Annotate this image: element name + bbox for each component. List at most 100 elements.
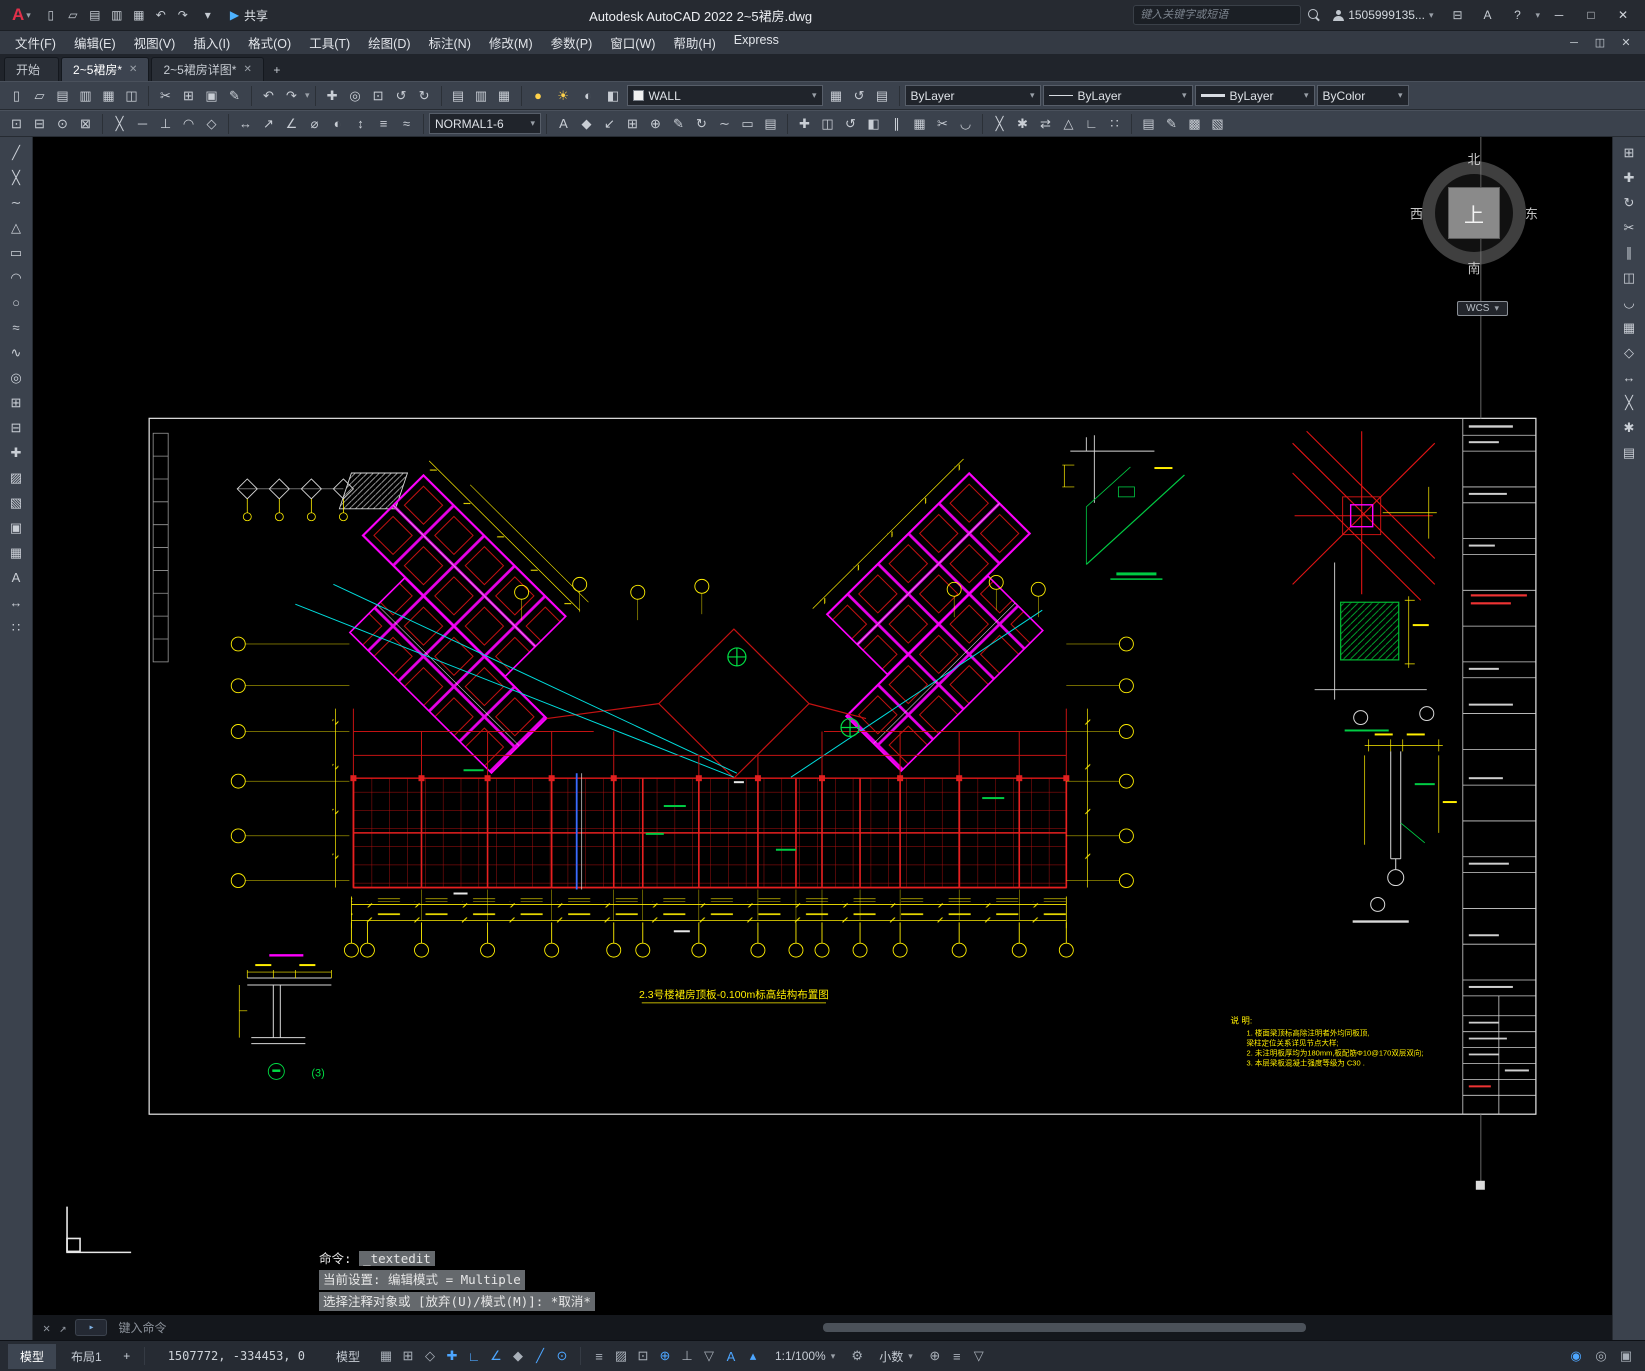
layer-on-off-icon[interactable]: ● [527,85,550,107]
cut-icon[interactable]: ✂ [154,85,177,107]
fillet-icon[interactable]: ◡ [1617,291,1641,314]
paste-icon[interactable]: ▣ [200,85,223,107]
coordinates-readout[interactable]: 1507772, -334453, 0 [168,1349,305,1363]
properties-icon[interactable]: ▤ [1617,441,1641,464]
orbit-icon[interactable]: ↻ [413,85,436,107]
stretch-icon[interactable]: ↔ [1617,366,1641,389]
save-icon[interactable]: ▤ [84,5,106,25]
region-icon[interactable]: ▣ [4,516,28,539]
redo-icon[interactable]: ↷ [280,85,303,107]
doc-close-button[interactable]: ✕ [1613,33,1639,53]
polygon-icon[interactable]: △ [4,216,28,239]
command-popout-icon[interactable]: ↗ [59,1321,66,1335]
scale-icon[interactable]: △ [1057,113,1080,135]
snap-intersection-icon[interactable]: ╳ [108,113,131,135]
lineweight-combo[interactable]: ByLayer ▾ [1194,85,1315,106]
status-annotation-visibility[interactable]: A [720,1346,742,1367]
layer-states-icon[interactable]: ▤ [871,85,894,107]
minimize-button[interactable]: ─ [1543,3,1575,27]
new-layout-button[interactable]: + [117,1349,137,1363]
tab-close-icon[interactable]: ✕ [129,64,137,75]
status-filter[interactable]: ▽ [968,1346,990,1367]
settings-gear-icon[interactable]: ⚙ [846,1346,868,1367]
viewcube-east-label[interactable]: 东 [1525,204,1538,223]
app-store-icon[interactable]: ⊟ [1445,5,1469,25]
color-dots-icon[interactable]: ∷ [4,616,28,639]
plot-style-combo[interactable]: ByColor ▾ [1316,85,1409,106]
viewcube-south-label[interactable]: 南 [1467,258,1480,277]
drawing-area[interactable]: (3) 2.3号楼裙房顶板-0.100m标高结构布置图 说 明: 1. 楼面梁顶… [33,137,1612,1315]
share-button[interactable]: ▶ 共享 [230,7,268,24]
properties-palette-icon[interactable]: ▤ [447,85,470,107]
quick-properties-icon[interactable]: ▤ [1137,113,1160,135]
save-icon[interactable]: ▤ [51,85,74,107]
maximize-button[interactable]: □ [1575,3,1607,27]
plot-icon[interactable]: ▦ [97,85,120,107]
status-isolate-objects[interactable]: ◎ [1590,1346,1612,1367]
model-tab[interactable]: 模型 [8,1343,57,1369]
menu-item[interactable]: 格式(O) [239,30,300,55]
ungroup-icon[interactable]: ▧ [1206,113,1229,135]
gradient-icon[interactable]: ▧ [4,491,28,514]
linear-dimension-icon[interactable]: ↔ [234,113,257,135]
list-icon[interactable]: ▤ [759,113,782,135]
annotation-scale-button[interactable]: 1:1/100% ▾ [767,1346,843,1366]
area-icon[interactable]: ▭ [736,113,759,135]
multiline-text-icon[interactable]: A [4,566,28,589]
angular-dimension-icon[interactable]: ∠ [280,113,303,135]
viewcube-top-face[interactable]: 上 [1448,187,1500,239]
continue-dimension-icon[interactable]: ≈ [395,113,418,135]
copy-icon[interactable]: ⊞ [177,85,200,107]
snap-tangent-icon[interactable]: ◠ [177,113,200,135]
snap-endpoint-icon[interactable]: ⊡ [5,113,28,135]
menu-item[interactable]: 插入(I) [184,30,239,55]
group-icon[interactable]: ▩ [1183,113,1206,135]
status-selection-filtering[interactable]: ▽ [698,1346,720,1367]
text-style-icon[interactable]: A [552,113,575,135]
search-icon[interactable] [1307,8,1321,22]
status-object-snap[interactable]: ⊙ [551,1346,573,1367]
tab-start[interactable]: 开始 [4,57,60,81]
hatch-icon[interactable]: ▨ [4,466,28,489]
status-isometric-drafting[interactable]: ◆ [507,1346,529,1367]
help-icon[interactable]: ? [1505,5,1529,25]
quick-access-customize-icon[interactable]: ▾ [197,5,219,25]
move-icon[interactable]: ✚ [1617,166,1641,189]
table-icon[interactable]: ▦ [4,541,28,564]
ellipse-icon[interactable]: ◎ [4,366,28,389]
copy-object-icon[interactable]: ◫ [816,113,839,135]
dimension-style-icon[interactable]: ◆ [575,113,598,135]
erase-icon[interactable]: ╳ [1617,391,1641,414]
rectangle-icon[interactable]: ▭ [4,241,28,264]
search-input[interactable] [1133,5,1302,25]
ucs-icon[interactable] [66,1206,132,1254]
menu-item[interactable]: 标注(N) [420,30,480,55]
drawing-canvas[interactable]: (3) 2.3号楼裙房顶板-0.100m标高结构布置图 说 明: 1. 楼面梁顶… [33,137,1612,1315]
array-icon[interactable]: ▦ [908,113,931,135]
aligned-dimension-icon[interactable]: ↗ [257,113,280,135]
status-lineweight-display[interactable]: ≡ [588,1346,610,1367]
horizontal-scrollbar[interactable] [822,1323,1306,1332]
snap-extension-icon[interactable]: ─ [131,113,154,135]
close-button[interactable]: ✕ [1607,3,1639,27]
construction-line-icon[interactable]: ╳ [4,166,28,189]
command-prompt-icon[interactable]: ▸ [75,1319,108,1336]
spline-icon[interactable]: ∿ [4,341,28,364]
text-style-combo[interactable]: NORMAL1-6 ▾ [429,113,541,134]
account-button[interactable]: 1505999135... ▾ [1327,8,1439,22]
tool-palettes-icon[interactable]: ▦ [493,85,516,107]
grip-handle[interactable] [1475,1180,1485,1190]
status-transparency[interactable]: ▨ [610,1346,632,1367]
color-combo[interactable]: ByLayer ▾ [904,85,1041,106]
menu-item[interactable]: 文件(F) [6,30,65,55]
status-grid-display[interactable]: ▦ [375,1346,397,1367]
menu-item[interactable]: 视图(V) [125,30,185,55]
status-graphics-performance[interactable]: ◉ [1565,1346,1587,1367]
mirror-icon[interactable]: ◧ [862,113,885,135]
command-close-icon[interactable]: ✕ [43,1321,50,1335]
snap-midpoint-icon[interactable]: ⊟ [28,113,51,135]
menu-item[interactable]: 编辑(E) [65,30,125,55]
layer-isolate-icon[interactable]: ◐ [577,85,600,107]
dimension-update-icon[interactable]: ↻ [690,113,713,135]
menu-item[interactable]: 参数(P) [542,30,602,55]
